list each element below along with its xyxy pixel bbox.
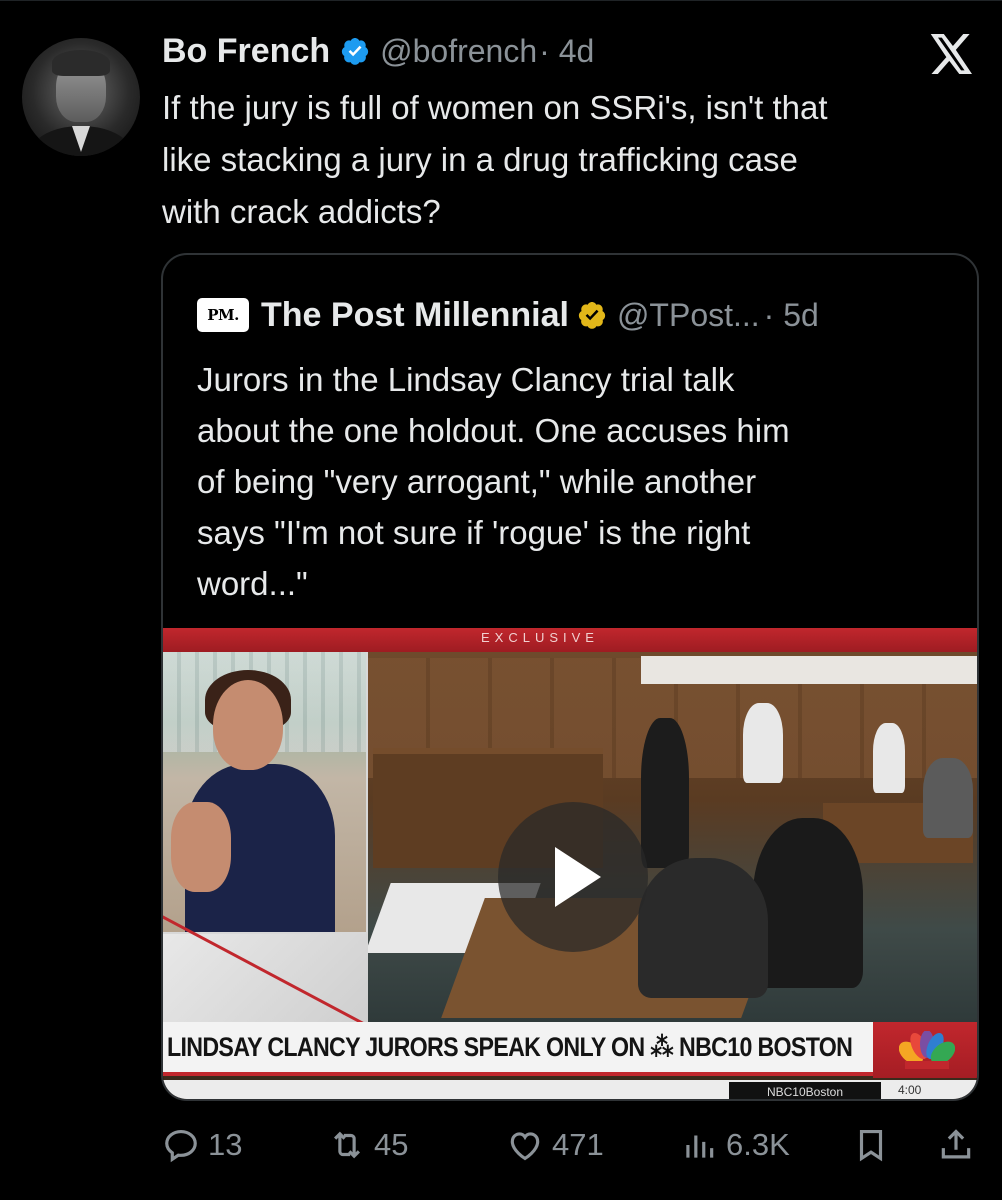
- reply-button[interactable]: 13: [162, 1118, 242, 1172]
- reply-count: 13: [208, 1127, 243, 1162]
- quoted-avatar[interactable]: PM.: [197, 298, 249, 332]
- ticker-handle: NBC10Boston: [729, 1082, 881, 1099]
- bookmark-button[interactable]: [852, 1118, 890, 1172]
- lower-third-text: LINDSAY CLANCY JURORS SPEAK ONLY ON ⁂ NB…: [167, 1032, 853, 1062]
- play-button[interactable]: [498, 802, 648, 952]
- juror-inset: [163, 652, 368, 934]
- quoted-age: · 5d: [763, 296, 819, 333]
- like-count: 471: [552, 1127, 604, 1162]
- juror-face: [213, 680, 283, 770]
- ticker-bar: NBC10Boston 4:00: [163, 1080, 977, 1099]
- play-icon: [555, 847, 601, 907]
- like-icon: [510, 1132, 540, 1161]
- gold-verified-badge-icon: [578, 302, 606, 329]
- courtroom-screen: [641, 656, 977, 684]
- nbc-logo-box: [873, 1022, 977, 1078]
- like-button[interactable]: 471: [506, 1118, 604, 1172]
- share-icon: [941, 1129, 971, 1159]
- quoted-text: Jurors in the Lindsay Clancy trial talk …: [197, 361, 790, 602]
- courtroom-person: [638, 858, 768, 998]
- bookmark-icon: [859, 1129, 883, 1162]
- repost-icon: [334, 1131, 360, 1159]
- juror-arm: [171, 802, 231, 892]
- courtroom-person: [923, 758, 973, 838]
- views-count: 6.3K: [726, 1127, 790, 1162]
- tweet-header: Bo French @bofrench · 4d: [162, 30, 594, 72]
- reply-icon: [165, 1129, 197, 1163]
- exclusive-label: EXCLUSIVE: [481, 630, 599, 645]
- quoted-header: PM. The Post Millennial @TPost... · 5d: [197, 295, 819, 335]
- author-handle[interactable]: @bofrench: [380, 33, 537, 70]
- tweet-text: If the jury is full of women on SSRi's, …: [162, 89, 828, 230]
- repost-button[interactable]: 45: [328, 1118, 408, 1172]
- court-officer: [743, 703, 783, 783]
- share-button[interactable]: [937, 1118, 975, 1172]
- top-divider: [0, 0, 1002, 1]
- ticker-time: 4:00: [898, 1083, 922, 1097]
- repost-count: 45: [374, 1127, 409, 1162]
- video-player[interactable]: EXCLUSIVE LINDSAY CLANCY JURORS SPEAK ON…: [163, 628, 977, 1099]
- tweet-age: · 4d: [539, 32, 595, 69]
- courtroom-person: [641, 718, 689, 868]
- action-bar: 13 45 471 6.3K: [162, 1118, 982, 1172]
- quoted-author-handle[interactable]: @TPost...: [617, 297, 760, 334]
- exclusive-banner: EXCLUSIVE: [163, 628, 977, 652]
- lower-third-banner: LINDSAY CLANCY JURORS SPEAK ONLY ON ⁂ NB…: [163, 1022, 977, 1076]
- graphic-corner: [163, 913, 389, 1038]
- avatar-hair: [52, 50, 110, 76]
- views-button[interactable]: 6.3K: [680, 1118, 790, 1172]
- courtroom-person: [753, 818, 863, 988]
- quoted-author-name[interactable]: The Post Millennial: [261, 296, 569, 335]
- x-logo-icon: [930, 34, 972, 74]
- nbc-peacock-icon: [899, 1031, 955, 1069]
- quoted-tweet[interactable]: PM. The Post Millennial @TPost... · 5d J…: [161, 253, 979, 1101]
- author-name[interactable]: Bo French: [162, 32, 330, 71]
- verified-badge-icon: [342, 38, 369, 65]
- author-avatar[interactable]: [22, 38, 140, 156]
- views-icon: [686, 1135, 714, 1158]
- court-officer: [873, 723, 905, 793]
